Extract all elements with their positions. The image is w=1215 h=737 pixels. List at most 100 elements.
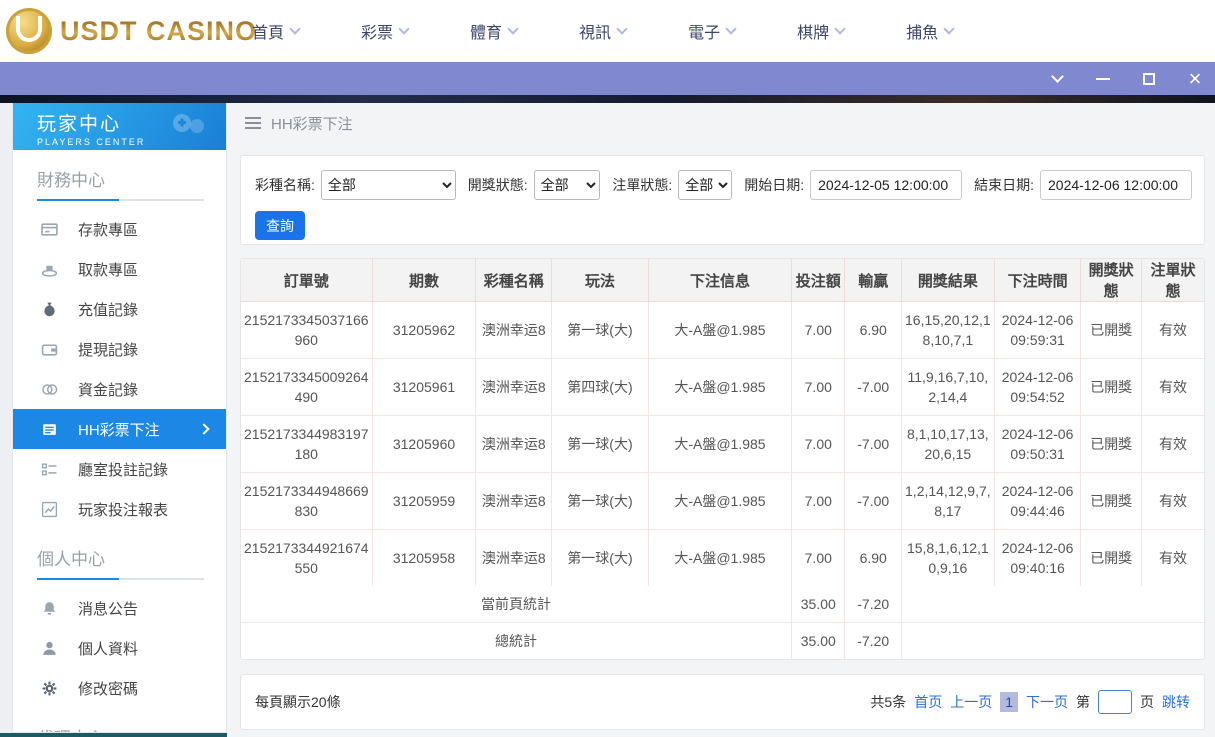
sidebar-item-label: 提現記錄 <box>78 341 139 359</box>
draw-status-select[interactable]: 全部 <box>533 170 601 200</box>
table-cell: 2152173344948669830 <box>241 472 373 530</box>
page-title: HH彩票下注 <box>271 115 353 133</box>
sidebar-item-label: 個人資料 <box>78 640 139 658</box>
jump-button[interactable]: 跳转 <box>1162 692 1190 712</box>
table-cell: 大-A盤@1.985 <box>648 358 793 416</box>
checklist-icon <box>41 461 58 478</box>
table-cell: 1,2,14,12,9,7,8,17 <box>901 472 995 530</box>
chevron-down-icon <box>725 23 737 35</box>
table-cell: 澳洲幸运8 <box>475 301 553 359</box>
page-size-text: 每頁顯示20條 <box>255 694 341 710</box>
sidebar-item-label: 存款專區 <box>78 221 139 239</box>
person-icon <box>41 640 58 657</box>
table-cell: 有效 <box>1158 550 1187 566</box>
end-date-input[interactable] <box>1040 170 1192 200</box>
logo[interactable]: USDT CASINO <box>6 8 257 54</box>
table-cell: 2024-12-06 09:50:31 <box>994 415 1082 473</box>
order-status-select[interactable]: 全部 <box>678 170 733 200</box>
first-page-link[interactable]: 首页 <box>914 692 942 712</box>
total-summary-empty <box>901 623 1204 660</box>
nav-item-home[interactable]: 首頁 <box>252 19 301 43</box>
page-summary-amount: 35.00 <box>791 586 846 623</box>
coins-icon <box>41 381 58 398</box>
background-image-strip-bottom <box>0 733 227 737</box>
nav-item-cards[interactable]: 棋牌 <box>797 19 846 43</box>
sidebar-item-room-bet-record[interactable]: 廳室投註記錄 <box>13 449 226 489</box>
sidebar-item-recharge-record[interactable]: 充值記錄 <box>13 289 226 329</box>
table-cell: -7.00 <box>844 415 902 473</box>
table-cell: 2024-12-06 09:40:16 <box>994 529 1082 586</box>
table-cell: 有效 <box>1141 472 1204 530</box>
table-row: 2152173344948669830 31205959 澳洲幸运8 第一球(大) 大-… <box>241 472 1204 530</box>
chart-report-icon <box>41 501 58 518</box>
sidebar-item-funds-record[interactable]: 資金記錄 <box>13 369 226 409</box>
table-cell: 2024-12-06 09:59:31 <box>994 301 1082 359</box>
nav-item-video[interactable]: 視訊 <box>579 19 628 43</box>
page-jump-input[interactable] <box>1098 690 1132 714</box>
table-row: 2152173345009264490 31205961 澳洲幸运8 第四球(大) 大-… <box>241 358 1204 416</box>
table-cell: 16,15,20,12,18,10,7,1 <box>901 301 995 359</box>
close-button[interactable]: × <box>1185 67 1205 89</box>
sidebar-item-label: 充值記錄 <box>78 301 139 319</box>
nav-item-slots[interactable]: 電子 <box>688 19 737 43</box>
sidebar-item-hh-lottery-bets[interactable]: HH彩票下注 <box>13 409 226 449</box>
table-cell: 第一球(大) <box>551 415 649 473</box>
chevron-down-icon <box>834 23 846 35</box>
table-cell: 第一球(大) <box>551 529 649 586</box>
table-cell: 大-A盤@1.985 <box>648 472 793 530</box>
sidebar-item-profile[interactable]: 個人資料 <box>13 628 226 668</box>
sidebar-item-deposit[interactable]: 存款專區 <box>13 209 226 249</box>
section-underline <box>37 578 204 580</box>
table-cell: 大-A盤@1.985 <box>648 415 793 473</box>
lottery-name-label: 彩種名稱: <box>255 177 315 193</box>
table-cell: 7.00 <box>791 529 846 586</box>
table-cell: 有效 <box>1141 301 1204 359</box>
table-cell: 有效 <box>1141 415 1204 473</box>
table-header-row: 訂單號 期數 彩種名稱 玩法 下注信息 投注額 輸贏 開獎結果 下注時間 開獎狀… <box>241 259 1204 302</box>
total-summary-row: 總統計 35.00 -7.20 <box>241 622 1204 660</box>
sidebar-item-announcements[interactable]: 消息公告 <box>13 588 226 628</box>
table-cell: 7.00 <box>791 472 846 530</box>
chevron-down-icon <box>289 23 301 35</box>
total-summary-winloss: -7.20 <box>844 622 902 659</box>
usdt-coin-icon <box>6 8 52 54</box>
table-cell: 6.90 <box>844 529 902 586</box>
background-image-strip <box>0 95 1215 103</box>
total-summary-label: 總統計 <box>241 622 793 659</box>
col-header-period: 期數 <box>372 259 477 302</box>
nav-item-fishing[interactable]: 捕魚 <box>906 19 955 43</box>
top-navigation: USDT CASINO 首頁 彩票 體育 視訊 電子 棋牌 捕魚 <box>0 0 1215 62</box>
table-cell: 31205958 <box>372 529 477 586</box>
next-page-link[interactable]: 下一页 <box>1026 692 1068 712</box>
nav-item-sports[interactable]: 體育 <box>470 19 519 43</box>
current-page-badge[interactable]: 1 <box>1000 692 1018 712</box>
maximize-button[interactable] <box>1139 69 1159 89</box>
chevron-right-icon <box>198 423 210 435</box>
draw-status-label: 開獎狀態: <box>467 177 528 193</box>
window-dropdown-button[interactable] <box>1047 69 1067 89</box>
nav-label: 首頁 <box>252 25 285 42</box>
lottery-name-select[interactable]: 全部 <box>320 170 456 200</box>
total-count-text: 共5条 <box>870 694 907 710</box>
bets-table: 訂單號 期數 彩種名稱 玩法 下注信息 投注額 輸贏 開獎結果 下注時間 開獎狀… <box>241 259 1204 659</box>
prev-page-link[interactable]: 上一页 <box>950 692 992 712</box>
deposit-card-icon <box>41 221 58 238</box>
section-title-agent: 代理中心 <box>13 708 226 732</box>
sidebar-item-label: 資金記錄 <box>78 381 139 399</box>
table-cell: 2152173344921674550 <box>241 529 373 586</box>
sidebar-item-withdraw[interactable]: 取款專區 <box>13 249 226 289</box>
menu-toggle-icon[interactable] <box>245 114 261 132</box>
sidebar-item-withdraw-record[interactable]: 提現記錄 <box>13 329 226 369</box>
nav-item-lottery[interactable]: 彩票 <box>361 19 410 43</box>
table-cell: 澳洲幸运8 <box>475 415 553 473</box>
minimize-button[interactable] <box>1093 69 1113 89</box>
wallet-icon <box>41 341 58 358</box>
hand-money-icon <box>41 261 58 278</box>
table-cell: -7.00 <box>844 358 902 416</box>
start-date-input[interactable] <box>810 170 963 200</box>
table-cell: 2024-12-06 09:54:52 <box>994 358 1082 416</box>
sidebar-item-player-bet-report[interactable]: 玩家投注報表 <box>13 489 226 529</box>
sidebar-item-change-password[interactable]: 修改密碼 <box>13 668 226 708</box>
search-button[interactable]: 查詢 <box>255 211 305 240</box>
sidebar-item-label: 修改密碼 <box>78 680 139 698</box>
